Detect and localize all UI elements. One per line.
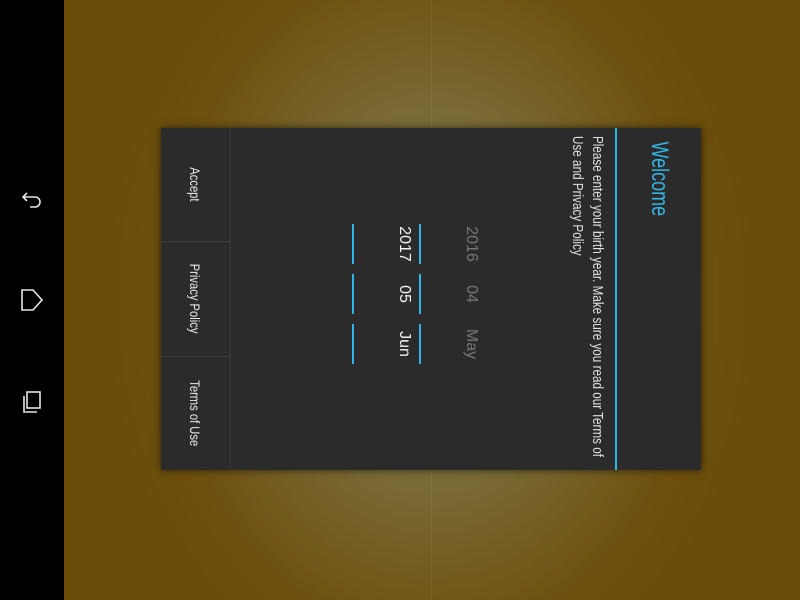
privacy-policy-button[interactable]: Privacy Policy	[161, 241, 230, 356]
navigation-bar	[0, 0, 64, 600]
day-divider-top	[419, 274, 421, 314]
accept-label: Accept	[187, 167, 204, 202]
recent-apps-icon	[23, 391, 41, 413]
month-previous[interactable]: May	[462, 324, 480, 364]
month-divider-bottom	[352, 324, 354, 364]
year-previous[interactable]: 2016	[462, 224, 480, 264]
back-button[interactable]	[12, 180, 52, 220]
button-bar-divider	[230, 128, 231, 470]
terms-of-use-label: Terms of Use	[187, 380, 204, 447]
home-icon	[21, 289, 44, 311]
year-selected[interactable]: 2017	[395, 224, 413, 264]
button-bar: Accept Privacy Policy Terms of Use	[161, 128, 230, 470]
home-button[interactable]	[12, 280, 52, 320]
welcome-dialog-frame: Welcome Please enter your birth year. Ma…	[161, 128, 701, 470]
recent-apps-button[interactable]	[12, 382, 52, 422]
terms-of-use-button[interactable]: Terms of Use	[161, 355, 230, 470]
year-divider-top	[419, 224, 421, 264]
day-selected[interactable]: 05	[395, 274, 413, 314]
day-previous[interactable]: 04	[462, 274, 480, 314]
welcome-dialog: Welcome Please enter your birth year. Ma…	[161, 128, 701, 470]
year-divider-bottom	[352, 224, 354, 264]
privacy-policy-label: Privacy Policy	[187, 264, 204, 334]
month-divider-top	[419, 324, 421, 364]
month-selected[interactable]: Jun	[395, 324, 413, 364]
date-picker: 2016 2017 04 05 May Jun	[161, 224, 701, 368]
back-icon	[21, 192, 41, 208]
day-divider-bottom	[352, 274, 354, 314]
accept-button[interactable]: Accept	[161, 128, 230, 241]
